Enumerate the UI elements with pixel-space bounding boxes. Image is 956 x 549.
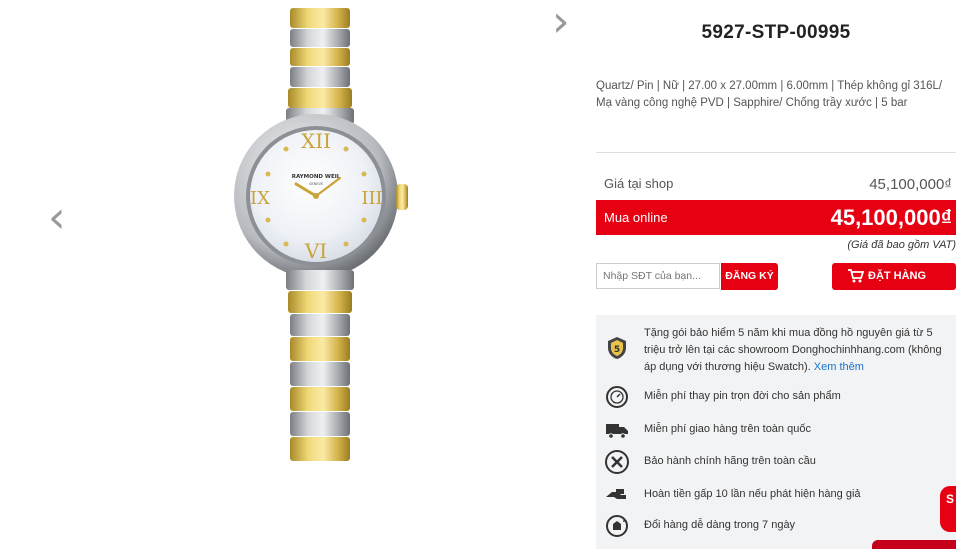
- exchange-icon: [606, 515, 628, 537]
- benefit-refund-text: Hoàn tiền gấp 10 lần nếu phát hiện hàng …: [644, 488, 861, 500]
- shop-price-value: 45,100,000₫: [869, 176, 952, 193]
- benefit-warranty-text: Bảo hành chính hãng trên toàn cầu: [644, 455, 816, 467]
- benefit-exchange-text: Đổi hàng dễ dàng trong 7 ngày: [644, 519, 796, 531]
- online-price-value: 45,100,000₫: [830, 205, 952, 230]
- svg-text:XII: XII: [301, 129, 331, 153]
- product-info-panel: 5927-STP-00995 Quartz/ Pin | Nữ | 27.00 …: [596, 0, 956, 549]
- dial-city-text: GENEVE: [309, 182, 323, 186]
- benefit-insurance-text: Tặng gói bảo hiểm 5 năm khi mua đồng hồ …: [644, 327, 942, 373]
- dial-brand-text: RAYMOND WEIL: [292, 174, 341, 180]
- product-sku-title: 5927-STP-00995: [701, 22, 851, 43]
- product-specs: Quartz/ Pin | Nữ | 27.00 x 27.00mm | 6.0…: [596, 80, 943, 109]
- chat-widget-button[interactable]: S: [940, 486, 956, 532]
- benefits-panel: 5 Tặng gói bảo hiểm 5 năm khi mua đồng h…: [596, 315, 956, 549]
- tools-icon: [605, 450, 629, 474]
- watch-product-image: XII VI IX III RAYMOND WEIL GENEVE: [234, 8, 408, 461]
- truck-icon: [606, 424, 628, 439]
- shop-price-row: Giá tại shop 45,100,000₫: [596, 170, 956, 198]
- register-button[interactable]: ĐĂNG KÝ: [721, 263, 778, 290]
- insurance-icon: 5: [608, 337, 626, 359]
- battery-icon: [606, 386, 628, 408]
- svg-text:5: 5: [614, 345, 620, 355]
- divider: [596, 152, 956, 153]
- online-price-row: Mua online 45,100,000₫: [596, 200, 956, 235]
- cart-icon: [848, 269, 864, 283]
- shop-price-label: Giá tại shop: [604, 176, 674, 191]
- bottom-floating-tab[interactable]: [872, 540, 956, 549]
- vat-note: (Giá đã bao gồm VAT): [847, 239, 956, 251]
- order-now-button[interactable]: ĐẶT HÀNG NGAY: [832, 263, 956, 309]
- order-now-label: ĐẶT HÀNG NGAY: [868, 270, 927, 309]
- see-more-link[interactable]: Xem thêm: [814, 361, 864, 373]
- benefit-shipping-text: Miễn phí giao hàng trên toàn quốc: [644, 423, 811, 435]
- prev-image-arrow-icon[interactable]: ‹: [48, 196, 66, 240]
- svg-text:IX: IX: [250, 188, 270, 209]
- benefit-battery-text: Miễn phí thay pin trọn đời cho sản phẩm: [644, 390, 841, 402]
- phone-number-input[interactable]: [596, 263, 720, 289]
- refund-icon: [606, 489, 626, 499]
- online-price-label: Mua online: [604, 210, 668, 225]
- svg-text:III: III: [361, 188, 382, 209]
- svg-text:VI: VI: [304, 239, 327, 263]
- chat-widget-label: S: [946, 492, 955, 506]
- product-gallery: ‹ XII VI IX III RAYMOND WEIL GENEVE ›: [0, 0, 590, 549]
